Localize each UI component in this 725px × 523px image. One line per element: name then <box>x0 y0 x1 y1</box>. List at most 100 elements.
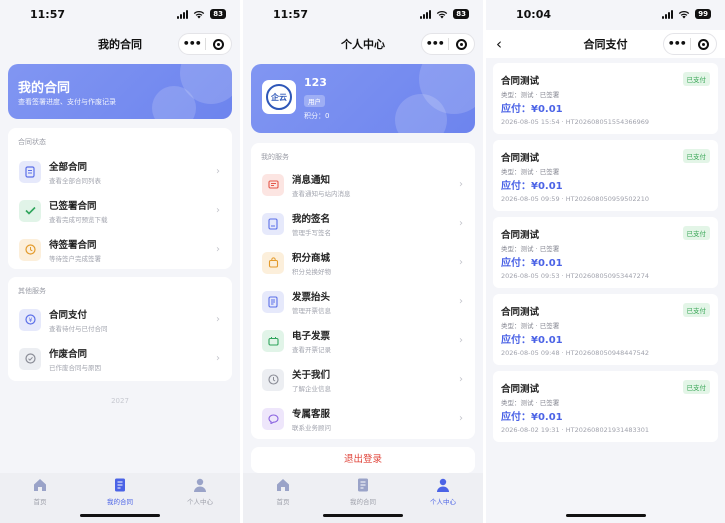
payment-amount: 应付：¥0.01 <box>501 181 563 192</box>
contract-status-card: 合同状态 全部合同 查看全部合同列表 › 已签署合同 查看完成可预览下载 › 待… <box>8 128 232 269</box>
menu-item-pending-contracts[interactable]: 待签署合同 等待签户完成签署 › <box>8 230 232 269</box>
battery-icon: 83 <box>210 9 226 19</box>
payment-card[interactable]: 合同测试 已支付 类型：测试 · 已签署 应付：¥0.01 2026-08-05… <box>493 217 718 288</box>
more-menu-button[interactable]: ••• <box>664 34 690 54</box>
payment-card[interactable]: 合同测试 已支付 类型：测试 · 已签署 应付：¥0.01 2026-08-02… <box>493 371 718 442</box>
payment-meta: 2026-08-05 09:48 · HT20260805094844754​2 <box>501 349 650 357</box>
menu-item-contract-payment[interactable]: ¥ 合同支付 查看待付与已付合同 › <box>8 300 232 339</box>
target-icon <box>455 38 467 50</box>
other-services-card: 其他服务 ¥ 合同支付 查看待付与已付合同 › 作废合同 已作废合同与原因 › <box>8 277 232 381</box>
svg-text:¥: ¥ <box>28 317 32 324</box>
battery-icon: 99 <box>695 9 711 19</box>
tab-label: 首页 <box>33 498 47 506</box>
info-icon <box>262 368 284 391</box>
section-label: 我的服务 <box>261 153 289 161</box>
document-icon <box>19 160 41 183</box>
menu-item-invoice-header[interactable]: 发票抬头管理开票信息 › <box>251 282 475 321</box>
contract-icon <box>115 478 125 492</box>
status-time: 10:04 <box>516 8 552 21</box>
menu-item-title: 发票抬头 <box>292 291 331 303</box>
close-mini-program-button[interactable] <box>206 38 232 50</box>
payment-meta: 2026-08-05 09:59 · HT20260805095950221​0 <box>501 195 650 203</box>
menu-item-notifications[interactable]: 消息通知 查看通知与站内消息 › <box>251 165 475 204</box>
menu-item-about-us[interactable]: 关于我们 了解企业信息 › <box>251 360 475 399</box>
payment-type: 类型：测试 · 已签署 <box>501 245 560 253</box>
payment-meta: 2026-08-02 19:31 · HT20260802193148330​1 <box>501 426 650 434</box>
menu-item-title: 专属客服 <box>292 408 331 420</box>
payment-card[interactable]: 合同测试 已支付 类型：测试 · 已签署 应付：¥0.01 2026-08-05… <box>493 63 718 134</box>
tab-bar: 首页 我的合同 个人中心 <box>0 473 240 523</box>
status-badge: 已支付 <box>682 303 710 317</box>
tab-label: 首页 <box>276 498 290 506</box>
menu-item-my-signature[interactable]: 我的签名 管理手写签名 › <box>251 204 475 243</box>
profile-banner: 企云 123 用户 积分：0 <box>251 64 475 133</box>
payment-title: 合同测试 <box>501 153 540 164</box>
close-mini-program-button[interactable] <box>449 38 475 50</box>
status-bar: 11:57 83 <box>0 0 240 30</box>
menu-item-e-invoice[interactable]: 电子发票 查看开票记录 › <box>251 321 475 360</box>
person-icon <box>194 478 206 492</box>
avatar[interactable]: 企云 <box>262 80 296 114</box>
payment-card[interactable]: 合同测试 已支付 类型：测试 · 已签署 应付：¥0.01 2026-08-05… <box>493 294 718 365</box>
home-icon <box>277 479 289 491</box>
menu-item-subtitle: 管理开票信息 <box>292 306 331 315</box>
menu-item-signed-contracts[interactable]: 已签署合同 查看完成可预览下载 › <box>8 191 232 230</box>
menu-item-subtitle: 查看完成可预览下载 <box>49 215 108 224</box>
payment-title: 合同测试 <box>501 307 540 318</box>
chevron-right-icon: › <box>459 374 463 385</box>
payment-card[interactable]: 合同测试 已支付 类型：测试 · 已签署 应付：¥0.01 2026-08-05… <box>493 140 718 211</box>
menu-item-title: 关于我们 <box>292 369 331 381</box>
tab-label: 个人中心 <box>187 498 213 506</box>
message-icon <box>262 173 284 196</box>
payment-meta: 2026-08-05 09:53 · HT20260805095344727​4 <box>501 272 650 280</box>
payment-title: 合同测试 <box>501 230 540 241</box>
menu-item-title: 待签署合同 <box>49 239 97 251</box>
menu-item-title: 合同支付 <box>49 309 88 321</box>
menu-item-subtitle: 积分兑换好物 <box>292 267 331 276</box>
screens-container: 11:57 83 我的合同 ••• 我的合同 查看签署进度、支付与作废记录 合同… <box>0 0 725 523</box>
chevron-right-icon: › <box>216 205 220 216</box>
status-badge: 已支付 <box>682 149 710 163</box>
chevron-right-icon: › <box>459 257 463 268</box>
tab-home[interactable]: 首页 <box>243 477 323 506</box>
wifi-icon <box>194 10 205 18</box>
menu-item-subtitle: 查看待付与已付合同 <box>49 324 108 333</box>
chevron-right-icon: › <box>216 353 220 364</box>
payment-type: 类型：测试 · 已签署 <box>501 91 560 99</box>
mini-program-capsule: ••• <box>663 33 717 55</box>
menu-item-all-contracts[interactable]: 全部合同 查看全部合同列表 › <box>8 152 232 191</box>
wifi-icon <box>679 10 690 18</box>
payment-amount: 应付：¥0.01 <box>501 104 563 115</box>
tab-profile[interactable]: 个人中心 <box>403 477 483 506</box>
tab-profile[interactable]: 个人中心 <box>160 477 240 506</box>
target-icon <box>212 38 224 50</box>
wifi-icon <box>437 10 448 18</box>
invoice-icon <box>262 329 284 352</box>
hero-subtitle: 查看签署进度、支付与作废记录 <box>18 98 116 106</box>
signal-icon <box>177 9 189 19</box>
tab-my-contracts[interactable]: 我的合同 <box>80 477 160 506</box>
logout-button[interactable]: 退出登录 <box>251 447 475 473</box>
chevron-right-icon: › <box>459 296 463 307</box>
close-mini-program-button[interactable] <box>691 38 717 50</box>
status-time: 11:57 <box>273 8 309 21</box>
clock-icon <box>19 238 41 261</box>
menu-item-customer-service[interactable]: 专属客服 联系业务顾问 › <box>251 399 475 438</box>
tab-my-contracts[interactable]: 我的合同 <box>323 477 403 506</box>
invoice-header-icon <box>262 290 284 313</box>
more-menu-button[interactable]: ••• <box>179 34 205 54</box>
nav-bar: ‹ 合同支付 ••• <box>486 30 725 58</box>
chevron-right-icon: › <box>459 218 463 229</box>
menu-item-points-mall[interactable]: 积分商城 积分兑换好物 › <box>251 243 475 282</box>
menu-item-title: 我的签名 <box>292 213 331 225</box>
payment-type: 类型：测试 · 已签署 <box>501 399 560 407</box>
status-badge: 已支付 <box>682 72 710 86</box>
payment-amount: 应付：¥0.01 <box>501 258 563 269</box>
home-indicator <box>323 514 403 517</box>
tab-home[interactable]: 首页 <box>0 477 80 506</box>
target-icon <box>697 38 709 50</box>
more-menu-button[interactable]: ••• <box>422 34 448 54</box>
payment-title: 合同测试 <box>501 76 540 87</box>
menu-item-subtitle: 查看通知与站内消息 <box>292 189 351 198</box>
menu-item-void-contracts[interactable]: 作废合同 已作废合同与原因 › <box>8 339 232 378</box>
